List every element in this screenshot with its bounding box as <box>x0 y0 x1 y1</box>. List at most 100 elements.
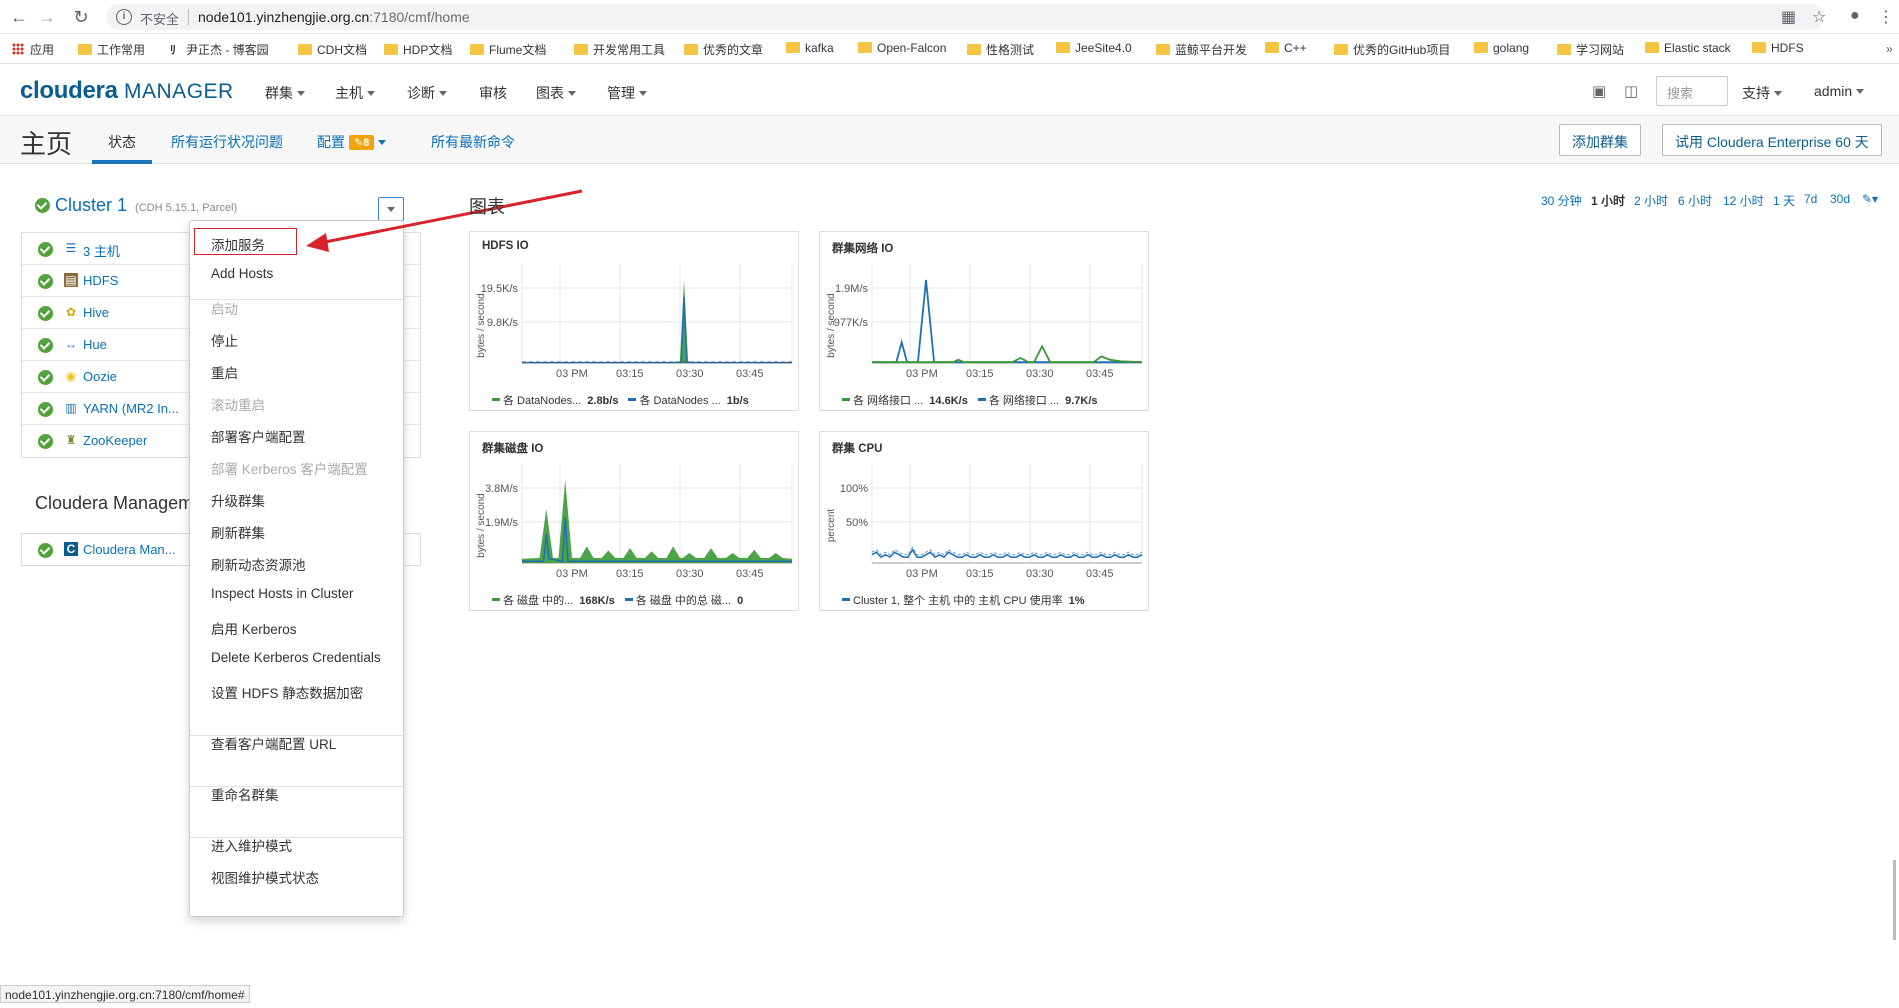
menu-icon[interactable]: ⋮ <box>1878 7 1894 27</box>
cloudera-logo[interactable]: cloudera MANAGER <box>20 77 234 105</box>
time-range-option[interactable]: 12 小时 <box>1723 192 1764 209</box>
menu-item[interactable]: 添加服务 <box>211 234 265 254</box>
menu-item[interactable]: 进入维护模式 <box>211 835 292 855</box>
menu-item[interactable]: 刷新群集 <box>211 522 265 542</box>
menu-item[interactable]: 刷新动态资源池 <box>211 554 306 574</box>
time-range-option[interactable]: 2 小时 <box>1634 192 1668 209</box>
bookmark-item[interactable]: Elastic stack <box>1645 41 1731 55</box>
bookmark-item[interactable]: C++ <box>1265 41 1307 55</box>
service-name[interactable]: Cloudera Man... <box>83 542 176 557</box>
menu-item[interactable]: 部署客户端配置 <box>211 426 306 446</box>
legend-series-name[interactable]: Cluster 1, 整个 主机 中的 主机 CPU 使用率 <box>853 595 1063 607</box>
menu-item[interactable]: 重启 <box>211 362 238 382</box>
service-name[interactable]: Hue <box>83 337 107 352</box>
menu-item[interactable]: 查看客户端配置 URL <box>211 733 336 753</box>
chart-card[interactable]: 群集 CPU percent 100% 50% 03 PM 03:15 03:30 03:45… <box>819 431 1149 611</box>
bookmark-item[interactable]: Open-Falcon <box>858 41 946 55</box>
reload-icon[interactable]: ↻ <box>70 6 92 28</box>
bookmark-item[interactable]: 工作常用 <box>78 41 145 58</box>
chart-card[interactable]: 群集磁盘 IO bytes / second 3.8M/s 1.9M/s 03 PM 03… <box>469 431 799 611</box>
legend-series-name[interactable]: 各 DataNodes... <box>503 395 581 407</box>
trial-enterprise-button[interactable]: 试用 Cloudera Enterprise 60 天 <box>1662 124 1882 156</box>
service-name[interactable]: HDFS <box>83 273 118 288</box>
bookmark-item[interactable]: 蓝鲸平台开发 <box>1156 41 1247 58</box>
nav-support[interactable]: 支持 <box>1742 83 1782 103</box>
menu-item[interactable]: 重命名群集 <box>211 784 279 804</box>
service-name[interactable]: ZooKeeper <box>83 433 147 448</box>
service-name[interactable]: 3 主机 <box>83 241 120 260</box>
time-range-option[interactable]: 30d <box>1830 192 1850 206</box>
bookmark-item[interactable]: HDP文档 <box>384 41 452 58</box>
nav-user[interactable]: admin <box>1814 83 1865 99</box>
bookmark-item[interactable]: 优秀的GitHub项目 <box>1334 41 1450 58</box>
tab-configuration[interactable]: 配置 ✎8 <box>317 132 387 152</box>
time-range-option[interactable]: 1 小时 <box>1591 192 1625 209</box>
nav-admin[interactable]: 管理 <box>607 83 647 103</box>
legend-series-name[interactable]: 各 DataNodes ... <box>639 395 720 407</box>
legend-series-name[interactable]: 各 磁盘 中的... <box>503 595 573 607</box>
cluster-actions-button[interactable] <box>378 197 404 221</box>
service-name[interactable]: Oozie <box>83 369 117 384</box>
menu-item[interactable]: 升级群集 <box>211 490 265 510</box>
bookmark-item[interactable]: golang <box>1474 41 1529 55</box>
service-name[interactable]: YARN (MR2 In... <box>83 401 179 416</box>
nav-clusters[interactable]: 群集 <box>265 83 305 103</box>
x-tick-label: 03:15 <box>966 368 994 380</box>
bookmark-item[interactable]: CDH文档 <box>298 41 367 58</box>
star-icon[interactable]: ☆ <box>1812 7 1826 27</box>
menu-item: 启动 <box>211 302 238 317</box>
tab-health-issues[interactable]: 所有运行状况问题 <box>171 132 283 152</box>
info-icon[interactable]: i <box>116 9 132 25</box>
scrollbar[interactable] <box>1893 860 1896 940</box>
forward-icon[interactable]: → <box>36 6 58 28</box>
time-range-option[interactable]: 7d <box>1804 192 1817 206</box>
add-cluster-button[interactable]: 添加群集 <box>1559 124 1641 156</box>
bookmark-item[interactable]: 开发常用工具 <box>574 41 665 58</box>
address-bar[interactable]: i 不安全 node101.yinzhengjie.org.cn:7180/cm… <box>106 4 1824 30</box>
legend-series-name[interactable]: 各 磁盘 中的总 磁... <box>636 595 731 607</box>
bookmark-item[interactable]: 学习网站 <box>1557 41 1624 58</box>
profile-icon[interactable]: ● <box>1850 7 1860 25</box>
bookmark-item[interactable]: 应用 <box>12 41 54 58</box>
tab-recent-commands[interactable]: 所有最新命令 <box>431 132 515 152</box>
chart-card[interactable]: HDFS IO bytes / second 19.5K/s 9.8K/s 03 PM 0… <box>469 231 799 411</box>
nav-audits[interactable]: 审核 <box>479 83 507 103</box>
bookmark-item[interactable]: 优秀的文章 <box>684 41 763 58</box>
back-icon[interactable]: ← <box>8 6 30 28</box>
menu-item[interactable]: 启用 Kerberos <box>211 618 297 638</box>
translate-icon[interactable]: ▦ <box>1781 7 1796 27</box>
bookmark-item[interactable]: Flume文档 <box>470 41 546 58</box>
url-text[interactable]: node101.yinzhengjie.org.cn:7180/cmf/home <box>198 9 470 25</box>
menu-item[interactable]: Add Hosts <box>211 266 273 281</box>
search-input[interactable]: 搜索 <box>1656 76 1728 106</box>
bookmark-item[interactable]: kafka <box>786 41 834 55</box>
parcel-icon[interactable]: ▣ <box>1592 82 1606 100</box>
time-range-option[interactable]: 30 分钟 <box>1541 192 1582 209</box>
chevron-down-icon <box>378 140 387 145</box>
check-icon <box>38 306 53 321</box>
nav-diagnostics[interactable]: 诊断 <box>407 83 447 103</box>
nav-charts[interactable]: 图表 <box>536 83 576 103</box>
menu-item[interactable]: 视图维护模式状态 <box>211 867 319 887</box>
bookmarks-overflow-icon[interactable]: » <box>1886 42 1893 56</box>
tab-status[interactable]: 状态 <box>108 132 136 152</box>
legend-series-name[interactable]: 各 网络接口 ... <box>989 395 1059 407</box>
bookmark-item[interactable]: ﾘ 尹正杰 - 博客园 <box>170 41 269 58</box>
menu-item[interactable]: 停止 <box>211 330 238 350</box>
edit-icon[interactable]: ✎▾ <box>1862 192 1878 206</box>
menu-item[interactable]: Delete Kerberos Credentials <box>211 650 381 665</box>
legend-swatch <box>977 398 986 401</box>
time-range-option[interactable]: 1 天 <box>1773 192 1795 209</box>
bookmark-item[interactable]: JeeSite4.0 <box>1056 41 1132 55</box>
nav-hosts[interactable]: 主机 <box>335 83 375 103</box>
menu-item[interactable]: 设置 HDFS 静态数据加密 <box>211 682 363 702</box>
bookmark-item[interactable]: HDFS <box>1752 41 1804 55</box>
time-range-option[interactable]: 6 小时 <box>1678 192 1712 209</box>
legend-series-name[interactable]: 各 网络接口 ... <box>853 395 923 407</box>
chart-card[interactable]: 群集网络 IO bytes / second 1.9M/s 977K/s 03 PM 03… <box>819 231 1149 411</box>
running-commands-icon[interactable]: ◫ <box>1624 82 1638 100</box>
service-name[interactable]: Hive <box>83 305 109 320</box>
menu-item[interactable]: Inspect Hosts in Cluster <box>211 586 354 601</box>
cluster-title[interactable]: Cluster 1 (CDH 5.15.1, Parcel) <box>35 195 237 216</box>
bookmark-item[interactable]: 性格测试 <box>967 41 1034 58</box>
